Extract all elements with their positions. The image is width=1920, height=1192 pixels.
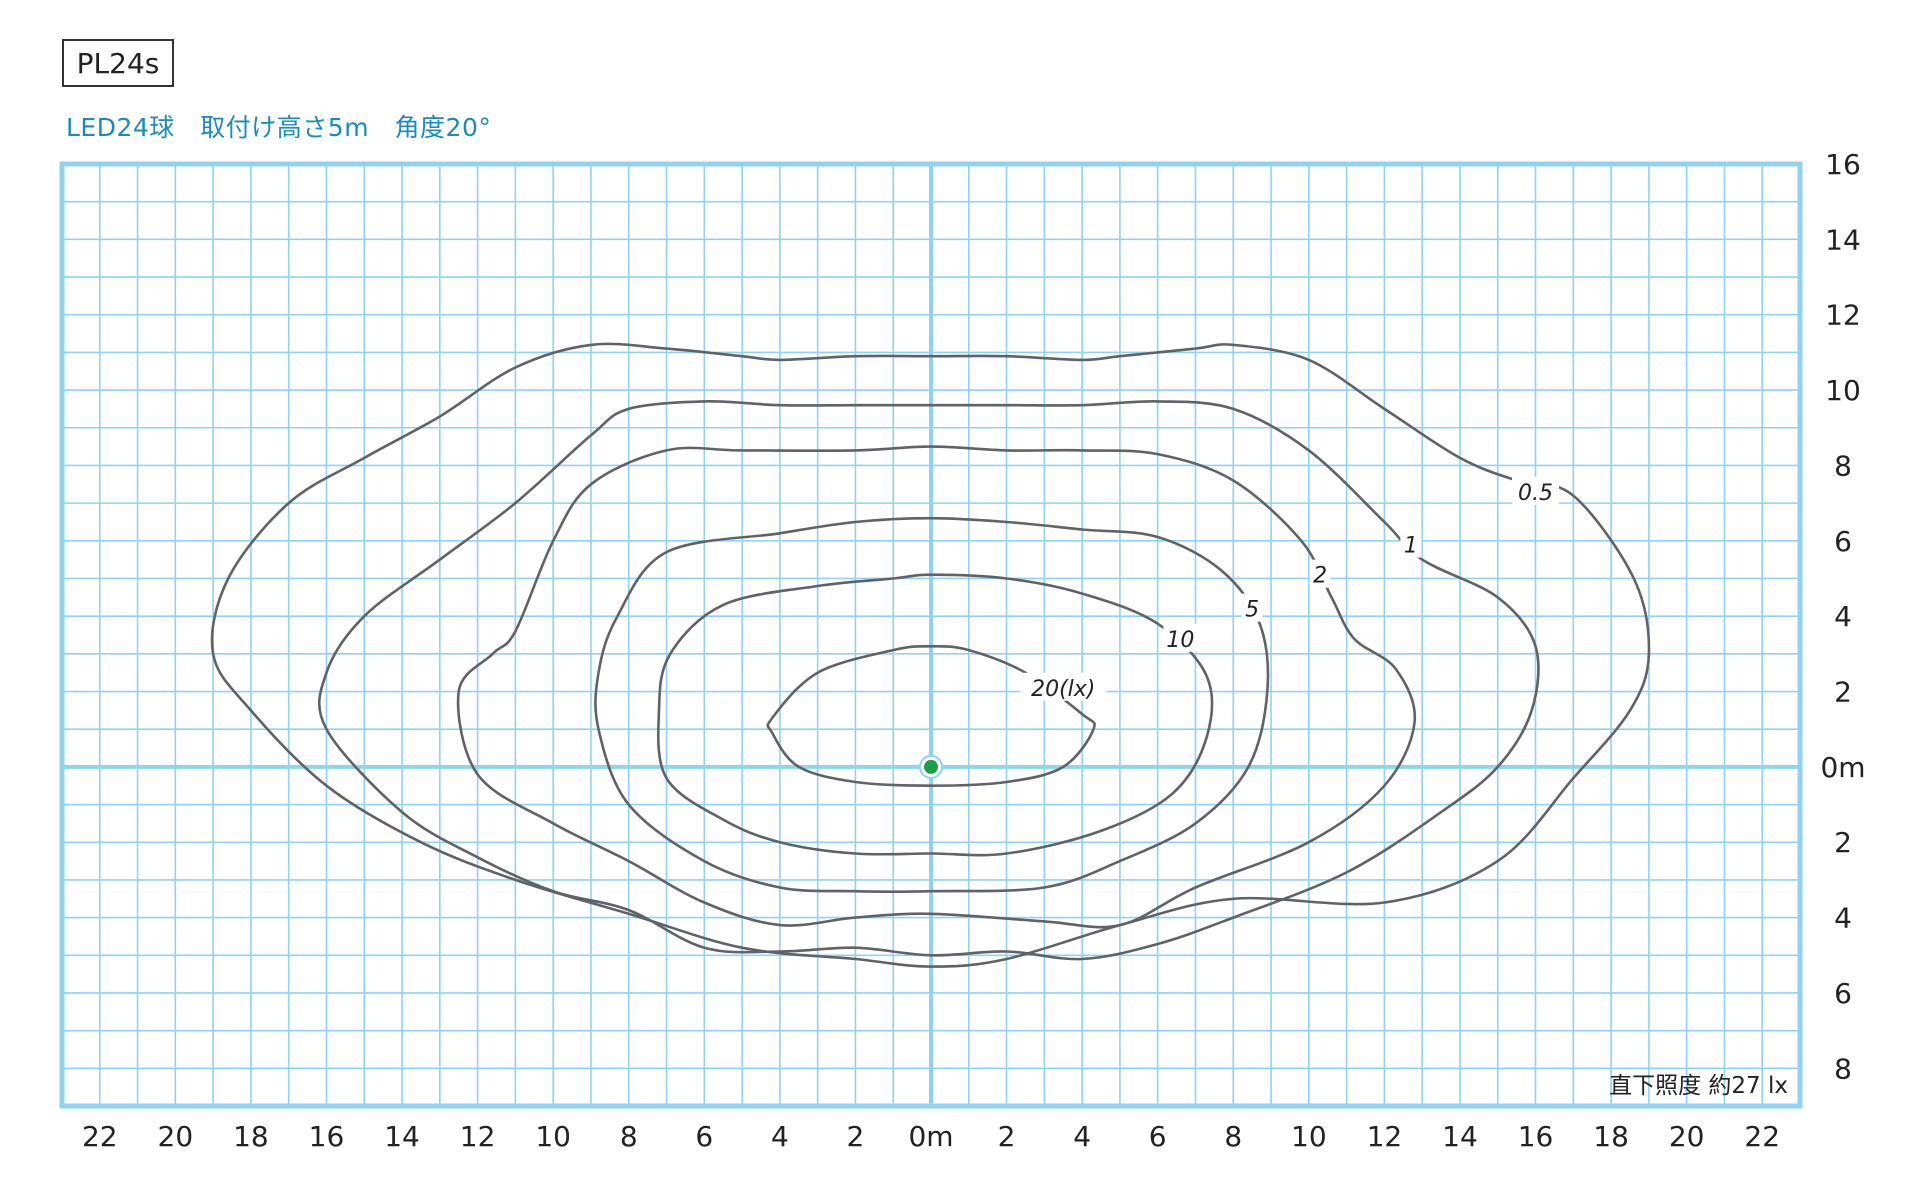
x-tick-label: 14 [1442,1120,1478,1153]
y-tick-label: 2 [1834,676,1852,709]
center-axes [62,164,1800,1106]
x-tick-labels: 22 20 18 16 14 12 10 8 6 4 2 0m 2 4 6 8 10 12 14 16 18 20 22 [82,1120,1780,1153]
x-tick-label: 2 [847,1120,865,1153]
x-tick-label: 0m [908,1120,953,1153]
x-tick-label: 22 [1744,1120,1780,1153]
x-tick-label: 12 [460,1120,496,1153]
x-tick-label: 2 [998,1120,1016,1153]
y-tick-label: 8 [1834,1052,1852,1085]
y-tick-label: 8 [1834,449,1852,482]
contour-labels: 0.5 1 2 5 10 20(lx) [1020,476,1560,702]
source-marker-dot [924,759,938,774]
x-tick-label: 22 [82,1120,118,1153]
y-tick-label: 6 [1834,977,1852,1010]
y-tick-label: 10 [1825,374,1861,407]
source-marker [919,754,943,779]
x-tick-label: 6 [1149,1120,1167,1153]
x-tick-label: 18 [233,1120,269,1153]
x-tick-label: 10 [1291,1120,1327,1153]
y-tick-label: 4 [1834,600,1852,633]
y-tick-label: 14 [1825,223,1861,256]
x-tick-label: 8 [1224,1120,1242,1153]
x-tick-label: 20 [158,1120,194,1153]
x-tick-label: 16 [309,1120,345,1153]
contour-label-20: 20(lx) [1031,677,1095,702]
contour-label-0.5: 0.5 [1518,481,1553,506]
y-tick-label: 6 [1834,525,1852,558]
isolux-chart: 0.51251020(lx) 22 20 18 16 14 12 10 8 6 4 2 0m 2 4 6 8 1… [59,148,1866,1153]
y-tick-label: 0m [1820,751,1865,784]
y-tick-label: 16 [1825,148,1861,181]
y-tick-label: 4 [1834,902,1852,935]
contour-label-10: 10 [1166,628,1194,653]
x-tick-label: 4 [1073,1120,1091,1153]
x-tick-label: 12 [1367,1120,1403,1153]
contour-label-2: 2 [1313,564,1327,589]
x-tick-label: 16 [1518,1120,1554,1153]
x-tick-label: 10 [535,1120,571,1153]
y-tick-labels: 16 14 12 10 8 6 4 2 0m 2 4 6 8 [1820,148,1865,1085]
contour-label-5: 5 [1245,598,1259,623]
x-tick-label: 20 [1669,1120,1705,1153]
y-tick-label: 12 [1825,299,1861,332]
contour-label-1: 1 [1404,534,1418,559]
x-tick-label: 4 [771,1120,789,1153]
y-tick-label: 2 [1834,826,1852,859]
x-tick-label: 8 [620,1120,638,1153]
x-tick-label: 18 [1593,1120,1629,1153]
direct-illuminance-note: 直下照度 約27 lx [1609,1073,1788,1099]
x-tick-label: 14 [384,1120,420,1153]
x-tick-label: 6 [695,1120,713,1153]
